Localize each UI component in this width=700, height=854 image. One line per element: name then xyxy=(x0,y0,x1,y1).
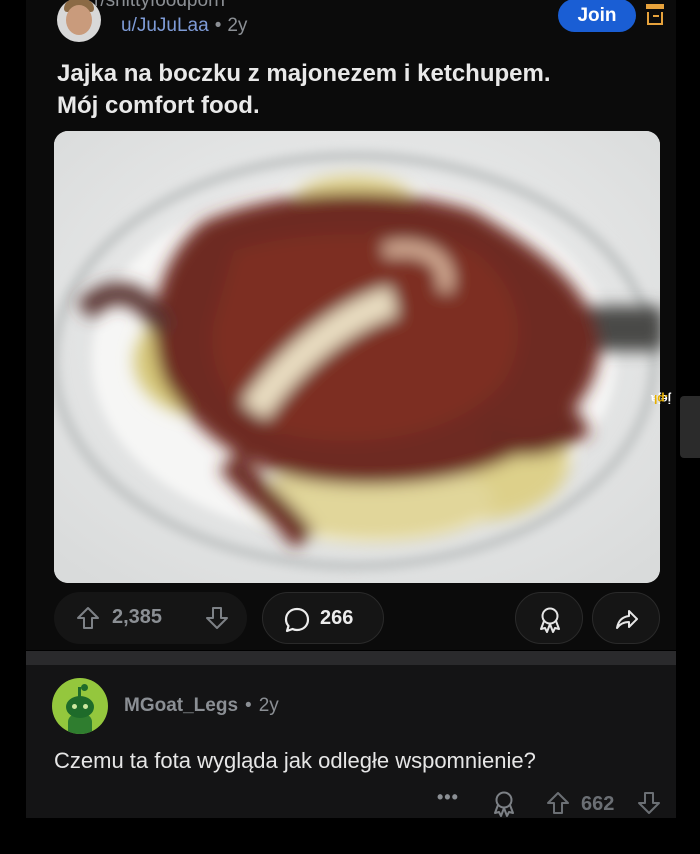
more-options-icon[interactable]: ••• xyxy=(437,787,459,808)
post-title[interactable]: Jajka na boczku z majonezem i ketchupem.… xyxy=(57,58,657,122)
vote-control: 2,385 xyxy=(54,592,247,644)
comments-button[interactable]: 266 xyxy=(262,592,384,644)
award-icon xyxy=(540,607,560,633)
comment-bubble-icon xyxy=(284,607,310,633)
share-arrow-icon xyxy=(616,610,638,629)
comment-count: 266 xyxy=(320,607,354,629)
food-photo-illustration xyxy=(54,131,660,583)
comment-text: Czemu ta fota wygląda jak odległe wspomn… xyxy=(54,748,536,773)
award-button[interactable] xyxy=(515,592,583,644)
comment-separator: • xyxy=(245,695,252,716)
comment-age: 2y xyxy=(258,695,279,716)
post-title-line-1: Jajka na boczku z majonezem i ketchupem. xyxy=(57,60,551,87)
upvote-arrow-icon[interactable] xyxy=(76,606,100,630)
watermark-logo: jeja .pl xyxy=(651,392,700,458)
downvote-arrow-icon[interactable] xyxy=(205,606,229,630)
comment-upvote-icon[interactable] xyxy=(546,791,570,815)
join-button[interactable]: Join xyxy=(558,0,636,32)
post-age: 2y xyxy=(227,15,248,36)
subreddit-name[interactable]: r/shittyfoodporn xyxy=(94,0,225,12)
post-meta: u/JuJuLaa • 2y xyxy=(121,15,247,37)
section-divider xyxy=(26,651,676,665)
screen: r/shittyfoodporn u/JuJuLaa • 2y Join Jajka… xyxy=(0,0,700,854)
upvote-count: 2,385 xyxy=(112,606,163,628)
commenter-avatar[interactable] xyxy=(52,678,108,734)
saved-icon[interactable] xyxy=(646,4,664,26)
post-actions: 2,385 266 xyxy=(54,592,660,644)
comment-downvote-icon[interactable] xyxy=(637,791,661,815)
comment-score: 662 xyxy=(581,793,615,815)
share-button[interactable] xyxy=(592,592,660,644)
post-author[interactable]: u/JuJuLaa xyxy=(121,15,209,36)
comment-meta: MGoat_Legs • 2y xyxy=(124,695,279,717)
post-image[interactable] xyxy=(54,131,660,583)
comment-author[interactable]: MGoat_Legs xyxy=(124,695,238,716)
watermark-accent: .pl xyxy=(654,392,668,406)
comment-card xyxy=(26,665,676,818)
post-title-line-2: Mój comfort food. xyxy=(57,92,260,119)
meta-separator: • xyxy=(214,15,222,36)
comment-award-icon[interactable] xyxy=(492,791,516,817)
